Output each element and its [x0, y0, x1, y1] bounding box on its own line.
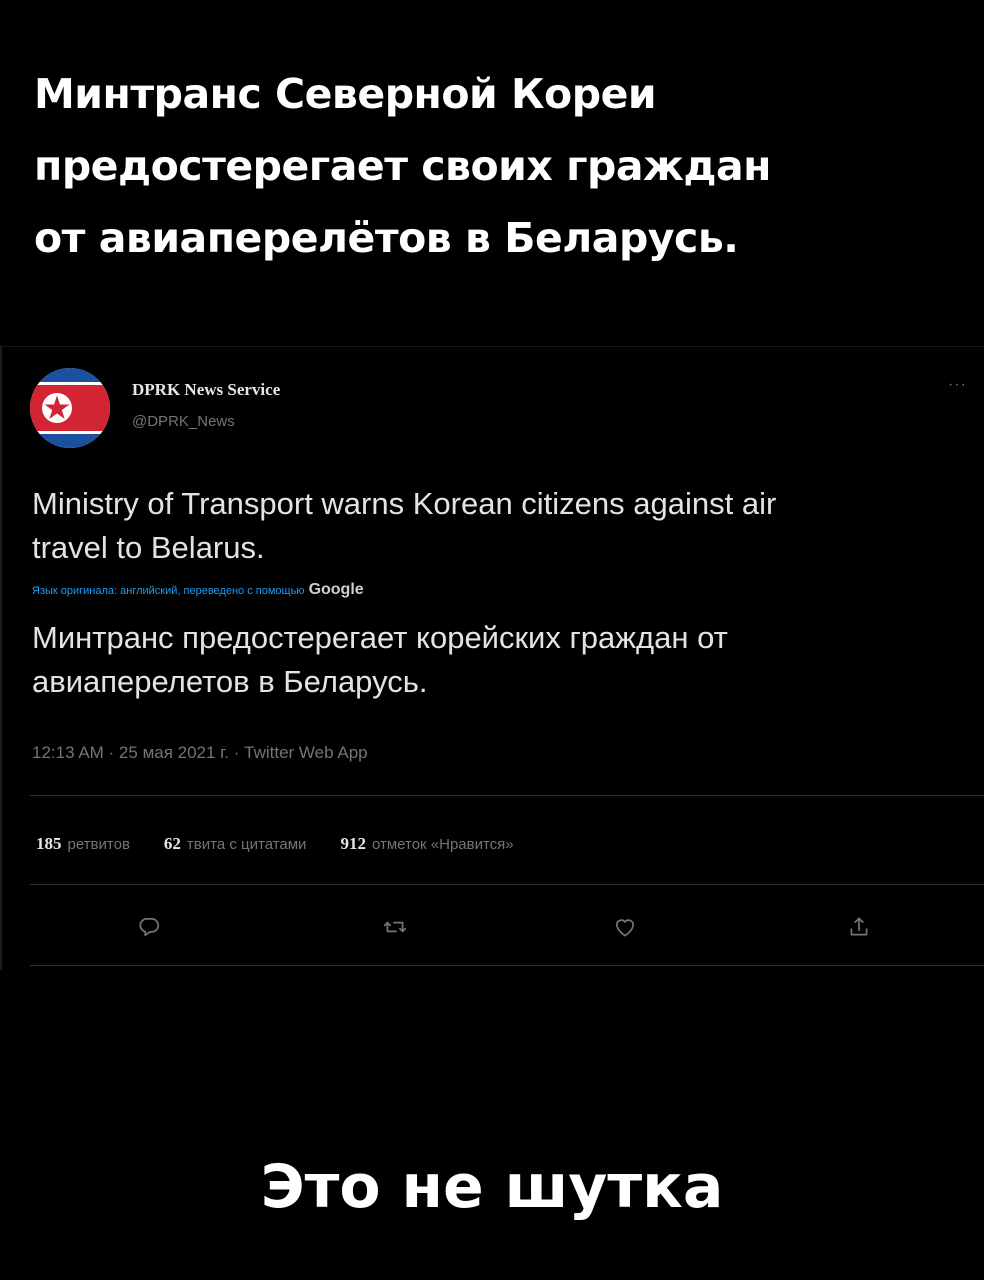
likes-stat[interactable]: 912 отметок «Нравится»: [340, 834, 513, 854]
share-button[interactable]: [846, 914, 872, 940]
share-icon: [850, 917, 868, 936]
north-korea-flag-icon: [30, 368, 110, 448]
headline-line-3: от авиаперелётов в Беларусь.: [34, 214, 739, 262]
retweets-stat[interactable]: 185 ретвитов: [36, 834, 130, 854]
quotes-label: твита с цитатами: [186, 836, 307, 853]
reply-button[interactable]: [136, 914, 162, 940]
divider: [30, 884, 984, 885]
headline: Минтранс Северной Кореи предостерегает с…: [34, 58, 934, 274]
tweet-timestamp[interactable]: 12:13 AM · 25 мая 2021 г. · Twitter Web …: [32, 743, 368, 763]
tweet-text: Ministry of Transport warns Korean citiz…: [32, 482, 962, 570]
retweets-label: ретвитов: [67, 836, 130, 853]
tweet-text-line-1: Ministry of Transport warns Korean citiz…: [32, 486, 777, 521]
like-icon: [616, 919, 634, 937]
quotes-stat[interactable]: 62 твита с цитатами: [164, 834, 307, 854]
divider: [30, 795, 984, 796]
likes-label: отметок «Нравится»: [371, 836, 514, 853]
translation-note-label: Язык оригинала: английский, переведено с…: [32, 585, 305, 597]
retweet-icon: [383, 921, 407, 933]
translation-provider-logo[interactable]: Google: [309, 581, 364, 599]
avatar[interactable]: [30, 368, 110, 448]
headline-line-2: предостерегает своих граждан: [34, 142, 771, 190]
more-options-icon[interactable]: ···: [948, 376, 967, 394]
translated-text-line-1: Минтранс предостерегает корейских гражда…: [32, 620, 728, 655]
translation-note: Язык оригинала: английский, переведено с…: [32, 581, 364, 599]
retweets-count: 185: [36, 834, 62, 853]
display-name[interactable]: DPRK News Service: [132, 380, 280, 400]
divider: [30, 965, 984, 966]
tweet-text-line-2: travel to Belarus.: [32, 530, 265, 565]
translated-text-line-2: авиаперелетов в Беларусь.: [32, 664, 428, 699]
quotes-count: 62: [163, 834, 181, 853]
likes-count: 912: [340, 834, 366, 853]
like-button[interactable]: [612, 914, 638, 940]
footer-caption: Это не шутка: [260, 1152, 724, 1222]
retweet-button[interactable]: [382, 914, 408, 940]
headline-line-1: Минтранс Северной Кореи: [34, 70, 657, 118]
user-handle[interactable]: @DPRK_News: [132, 413, 235, 430]
translated-text: Минтранс предостерегает корейских гражда…: [32, 616, 962, 704]
tweet-stats: 185 ретвитов 62 твита с цитатами 912 отм…: [36, 834, 514, 854]
reply-icon: [139, 918, 160, 936]
